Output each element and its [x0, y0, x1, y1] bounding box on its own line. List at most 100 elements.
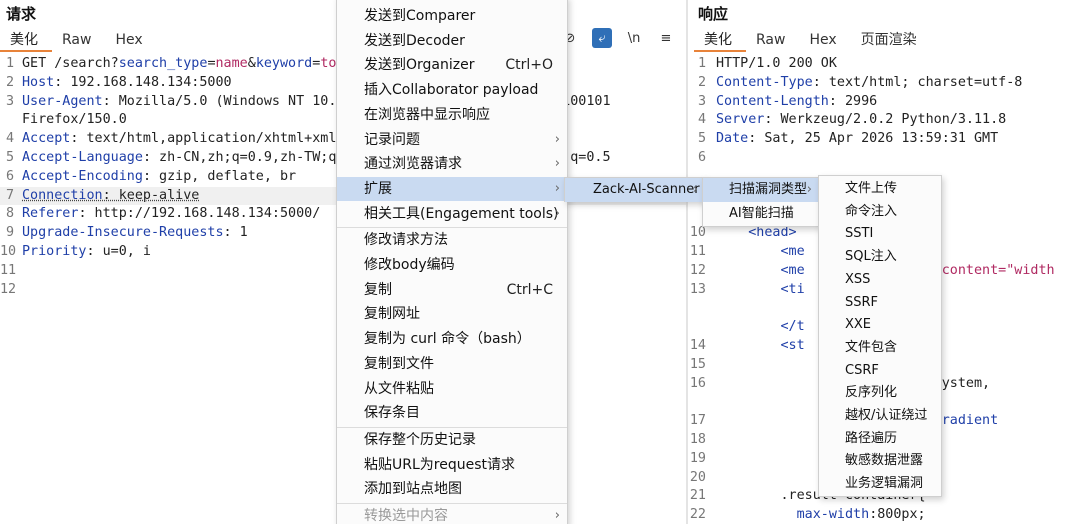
code-token: Referer [22, 206, 79, 222]
menu-item-label: 转换选中内容 [364, 508, 448, 524]
menu-item[interactable]: 越权/认证绕过 [819, 405, 941, 428]
shortcut-label: Ctrl+O [505, 57, 553, 74]
menu-item-label: AI智能扫描 [729, 206, 794, 221]
code-token: <me [716, 262, 805, 278]
code-token: Host [22, 74, 55, 90]
tab-raw[interactable]: Raw [746, 30, 799, 52]
tab-pretty[interactable]: 美化 [694, 30, 746, 52]
menu-item[interactable]: 复制网址 [337, 302, 567, 326]
code-token: : text/html; charset=utf-8 [812, 74, 1023, 90]
chevron-right-icon: › [554, 205, 560, 221]
tab-hex[interactable]: Hex [799, 30, 850, 52]
chevron-right-icon: › [554, 131, 560, 147]
line-number: 1 [5, 56, 14, 71]
menu-item[interactable]: 反序列化 [819, 382, 941, 405]
menu-item[interactable]: XXE [819, 314, 941, 337]
menu-item[interactable]: 保存条目 [337, 401, 567, 425]
menu-item[interactable]: 复制 Ctrl+C [337, 278, 567, 302]
menu-item[interactable]: 插入Collaborator payload [337, 78, 567, 102]
scanner-submenu: 扫描漏洞类型 › AI智能扫描 [702, 177, 820, 227]
menu-item[interactable]: 粘贴URL为request请求 [337, 453, 567, 477]
menu-item-label: 反序列化 [845, 385, 898, 401]
word-wrap-icon[interactable]: ⤶ [592, 28, 612, 48]
code-token: "width [1006, 262, 1055, 278]
code-line: 4 Server: Werkzeug/2.0.2 Python/3.11.8 [688, 111, 1080, 130]
menu-item[interactable]: 在浏览器中显示响应 [337, 103, 567, 127]
code-token: : http://192.168.148.134:5000/ [78, 206, 321, 222]
code-token: Priority [22, 243, 87, 259]
line-content: <st [716, 337, 804, 356]
menu-item[interactable]: 发送到Comparer [337, 4, 567, 28]
menu-item-label: 文件上传 [845, 181, 898, 196]
line-number: 2 [697, 74, 706, 90]
code-token: : Sat, 25 Apr 2026 13:59:31 GMT [748, 131, 999, 147]
menu-item[interactable]: XSS [819, 269, 941, 292]
menu-item[interactable]: 添加到站点地图 [337, 477, 567, 501]
menu-item[interactable]: 业务逻辑漏洞 [819, 473, 941, 496]
menu-item[interactable]: 从文件粘贴 [337, 377, 567, 401]
tab-render[interactable]: 页面渲染 [851, 30, 931, 52]
menu-item[interactable]: 发送到Decoder [337, 29, 567, 53]
chevron-right-icon: › [554, 508, 560, 523]
menu-item[interactable]: CSRF [819, 360, 941, 383]
menu-item[interactable]: 命令注入 [819, 201, 941, 224]
code-token: Connection [22, 187, 103, 203]
menu-item[interactable]: 记录问题 › [337, 128, 567, 152]
line-content: Upgrade-Insecure-Requests: 1 [22, 224, 248, 243]
menu-item[interactable]: 复制为 curl 命令（bash） [337, 327, 567, 351]
menu-item[interactable]: Zack-AI-Scanner › [565, 178, 705, 202]
menu-item-label: 记录问题 [364, 131, 420, 148]
tab-hex[interactable]: Hex [105, 30, 156, 52]
menu-item[interactable]: AI智能扫描 [703, 202, 819, 226]
menu-item[interactable]: 保存整个历史记录 [337, 428, 567, 452]
menu-item-label: 复制网址 [364, 306, 420, 323]
code-token: GET /search? [22, 56, 119, 71]
menu-item[interactable]: 扩展 › [337, 176, 567, 201]
menu-item[interactable]: 复制到文件 [337, 352, 567, 376]
menu-item[interactable]: 文件上传 [819, 178, 941, 201]
menu-item[interactable]: 发送到Organizer Ctrl+O [337, 53, 567, 77]
menu-item[interactable]: SSRF [819, 292, 941, 315]
line-content: Referer: http://192.168.148.134:5000/ [22, 205, 320, 224]
line-number: 5 [5, 149, 14, 165]
code-token: : 1 [223, 225, 248, 241]
menu-item-label: SSRF [845, 294, 879, 310]
code-token: Accept [22, 131, 71, 147]
line-content: Server: Werkzeug/2.0.2 Python/3.11.8 [716, 111, 1006, 130]
code-token: </t [716, 319, 805, 335]
menu-item[interactable]: 通过浏览器请求 › [337, 152, 567, 176]
line-number: 3 [697, 93, 706, 109]
tab-raw[interactable]: Raw [52, 30, 105, 52]
code-line: 5 Date: Sat, 25 Apr 2026 13:59:31 GMT [688, 130, 1080, 149]
menu-item[interactable]: 路径遍历 [819, 428, 941, 451]
menu-item[interactable]: 文件包含 [819, 337, 941, 360]
menu-item-label: 命令注入 [845, 203, 898, 219]
menu-icon[interactable]: ≡ [656, 28, 676, 48]
menu-item-label: 保存条目 [364, 405, 420, 422]
chevron-right-icon: › [692, 182, 698, 197]
menu-item[interactable]: SSTI [819, 223, 941, 246]
line-number: 11 [689, 243, 706, 259]
menu-item[interactable]: 修改body编码 [337, 253, 567, 277]
menu-item[interactable]: 敏感数据泄露 [819, 450, 941, 473]
line-number: 13 [689, 281, 706, 297]
code-token: HTTP/1.0 200 OK [716, 56, 837, 71]
code-token: keyword [255, 56, 313, 71]
menu-item-label: 插入Collaborator payload [364, 82, 539, 99]
code-token: Server [716, 112, 765, 128]
newline-toggle[interactable]: \n [624, 28, 644, 48]
request-tabs: 美化 Raw Hex [0, 30, 157, 52]
line-number: 2 [5, 74, 14, 90]
code-token: User-Agent [22, 93, 103, 109]
menu-item[interactable]: 相关工具(Engagement tools) › [337, 202, 567, 226]
menu-item-label: XSS [845, 271, 871, 287]
tab-pretty[interactable]: 美化 [0, 30, 52, 52]
menu-item[interactable]: SQL注入 [819, 246, 941, 269]
menu-item-label: 发送到Organizer [364, 57, 475, 74]
code-line: 22 max-width:800px; [688, 506, 1080, 524]
menu-item[interactable]: 修改请求方法 [337, 228, 567, 252]
line-content: max-width:800px; [716, 506, 926, 524]
line-content: GET /search?search_type=name&keyword=tom [22, 55, 345, 74]
response-title: 响应 [698, 5, 729, 23]
menu-item[interactable]: 扫描漏洞类型 › [703, 178, 819, 202]
